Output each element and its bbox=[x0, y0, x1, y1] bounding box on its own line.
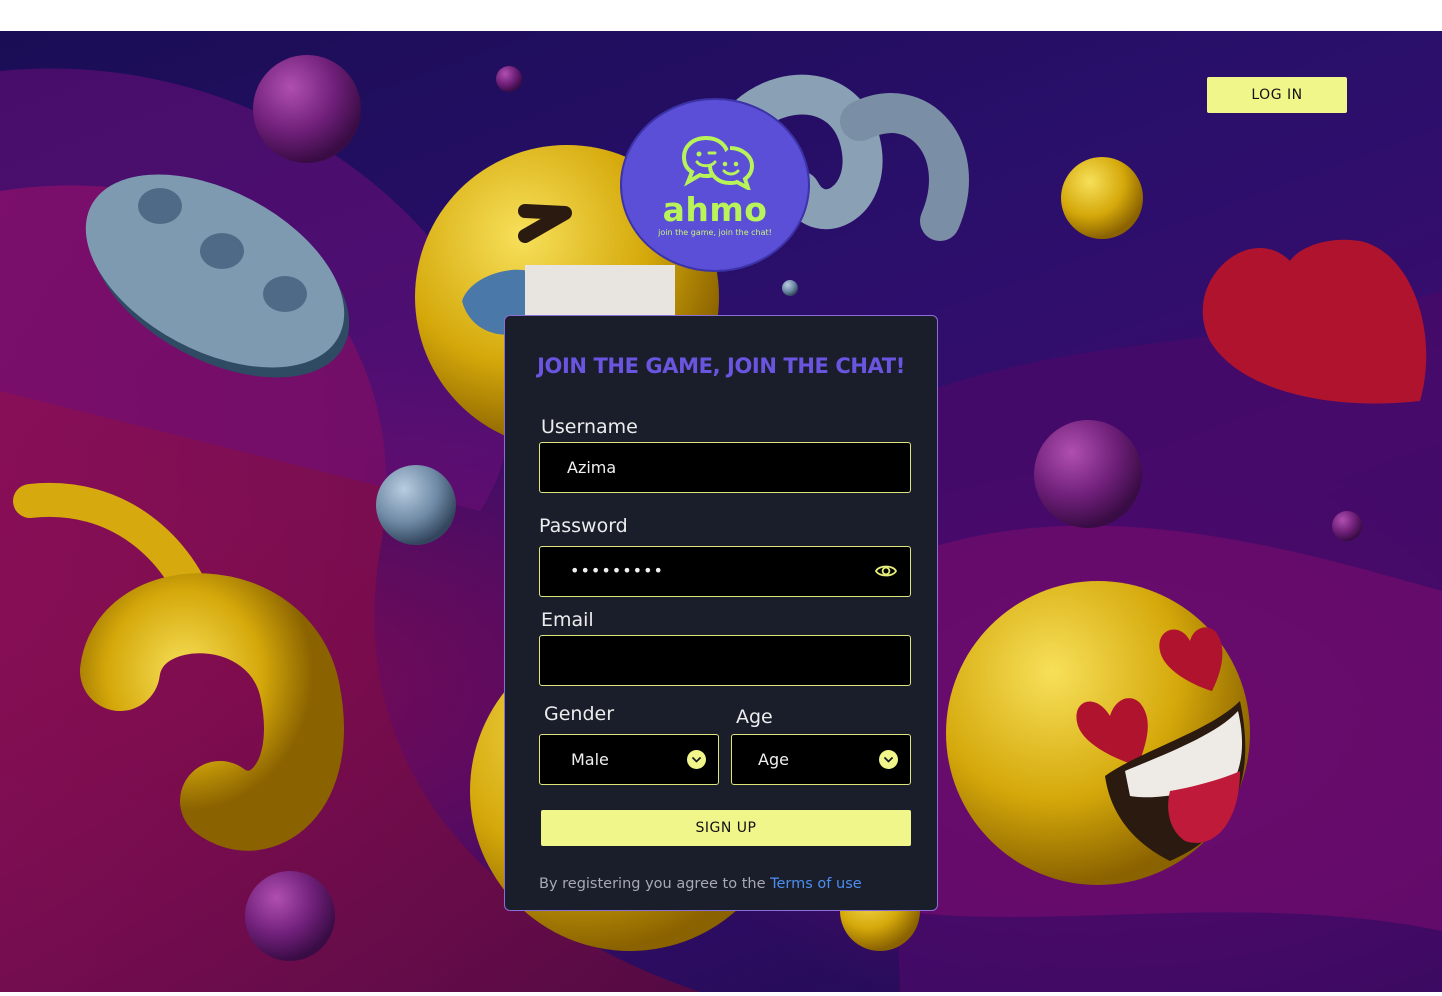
gender-label: Gender bbox=[544, 703, 615, 725]
username-input[interactable] bbox=[539, 442, 911, 493]
card-title: JOIN THE GAME, JOIN THE CHAT! bbox=[537, 354, 905, 378]
terms-prefix: By registering you agree to the bbox=[539, 876, 766, 892]
age-label: Age bbox=[736, 706, 773, 728]
ahmo-logo: ahmo join the game, join the chat! bbox=[620, 98, 810, 272]
logo-brand-text: ahmo bbox=[662, 190, 768, 229]
terms-text: By registering you agree to the Terms of… bbox=[539, 876, 862, 892]
top-strip bbox=[0, 0, 1442, 31]
gender-select[interactable]: Male bbox=[539, 734, 719, 785]
password-label: Password bbox=[539, 515, 628, 537]
eye-icon[interactable] bbox=[874, 559, 898, 583]
username-label: Username bbox=[541, 416, 638, 438]
email-input[interactable] bbox=[539, 635, 911, 686]
password-value: ••••••••• bbox=[570, 561, 664, 580]
chevron-down-icon bbox=[687, 750, 706, 769]
signup-card: JOIN THE GAME, JOIN THE CHAT! Username P… bbox=[504, 315, 938, 911]
gender-selected-value: Male bbox=[571, 750, 609, 769]
bottom-strip bbox=[0, 992, 1442, 996]
age-selected-value: Age bbox=[758, 750, 789, 769]
signup-button[interactable]: SIGN UP bbox=[541, 810, 911, 846]
logo-tagline: join the game, join the chat! bbox=[658, 228, 772, 237]
chevron-down-icon bbox=[879, 750, 898, 769]
terms-of-use-link[interactable]: Terms of use bbox=[770, 876, 862, 892]
hero-background: LOG IN ahmo join the game, join the chat… bbox=[0, 31, 1442, 992]
age-select[interactable]: Age bbox=[731, 734, 911, 785]
login-button[interactable]: LOG IN bbox=[1207, 77, 1347, 113]
email-label: Email bbox=[541, 609, 594, 631]
chat-bubbles-icon bbox=[681, 135, 755, 190]
password-field[interactable]: ••••••••• bbox=[539, 546, 911, 597]
